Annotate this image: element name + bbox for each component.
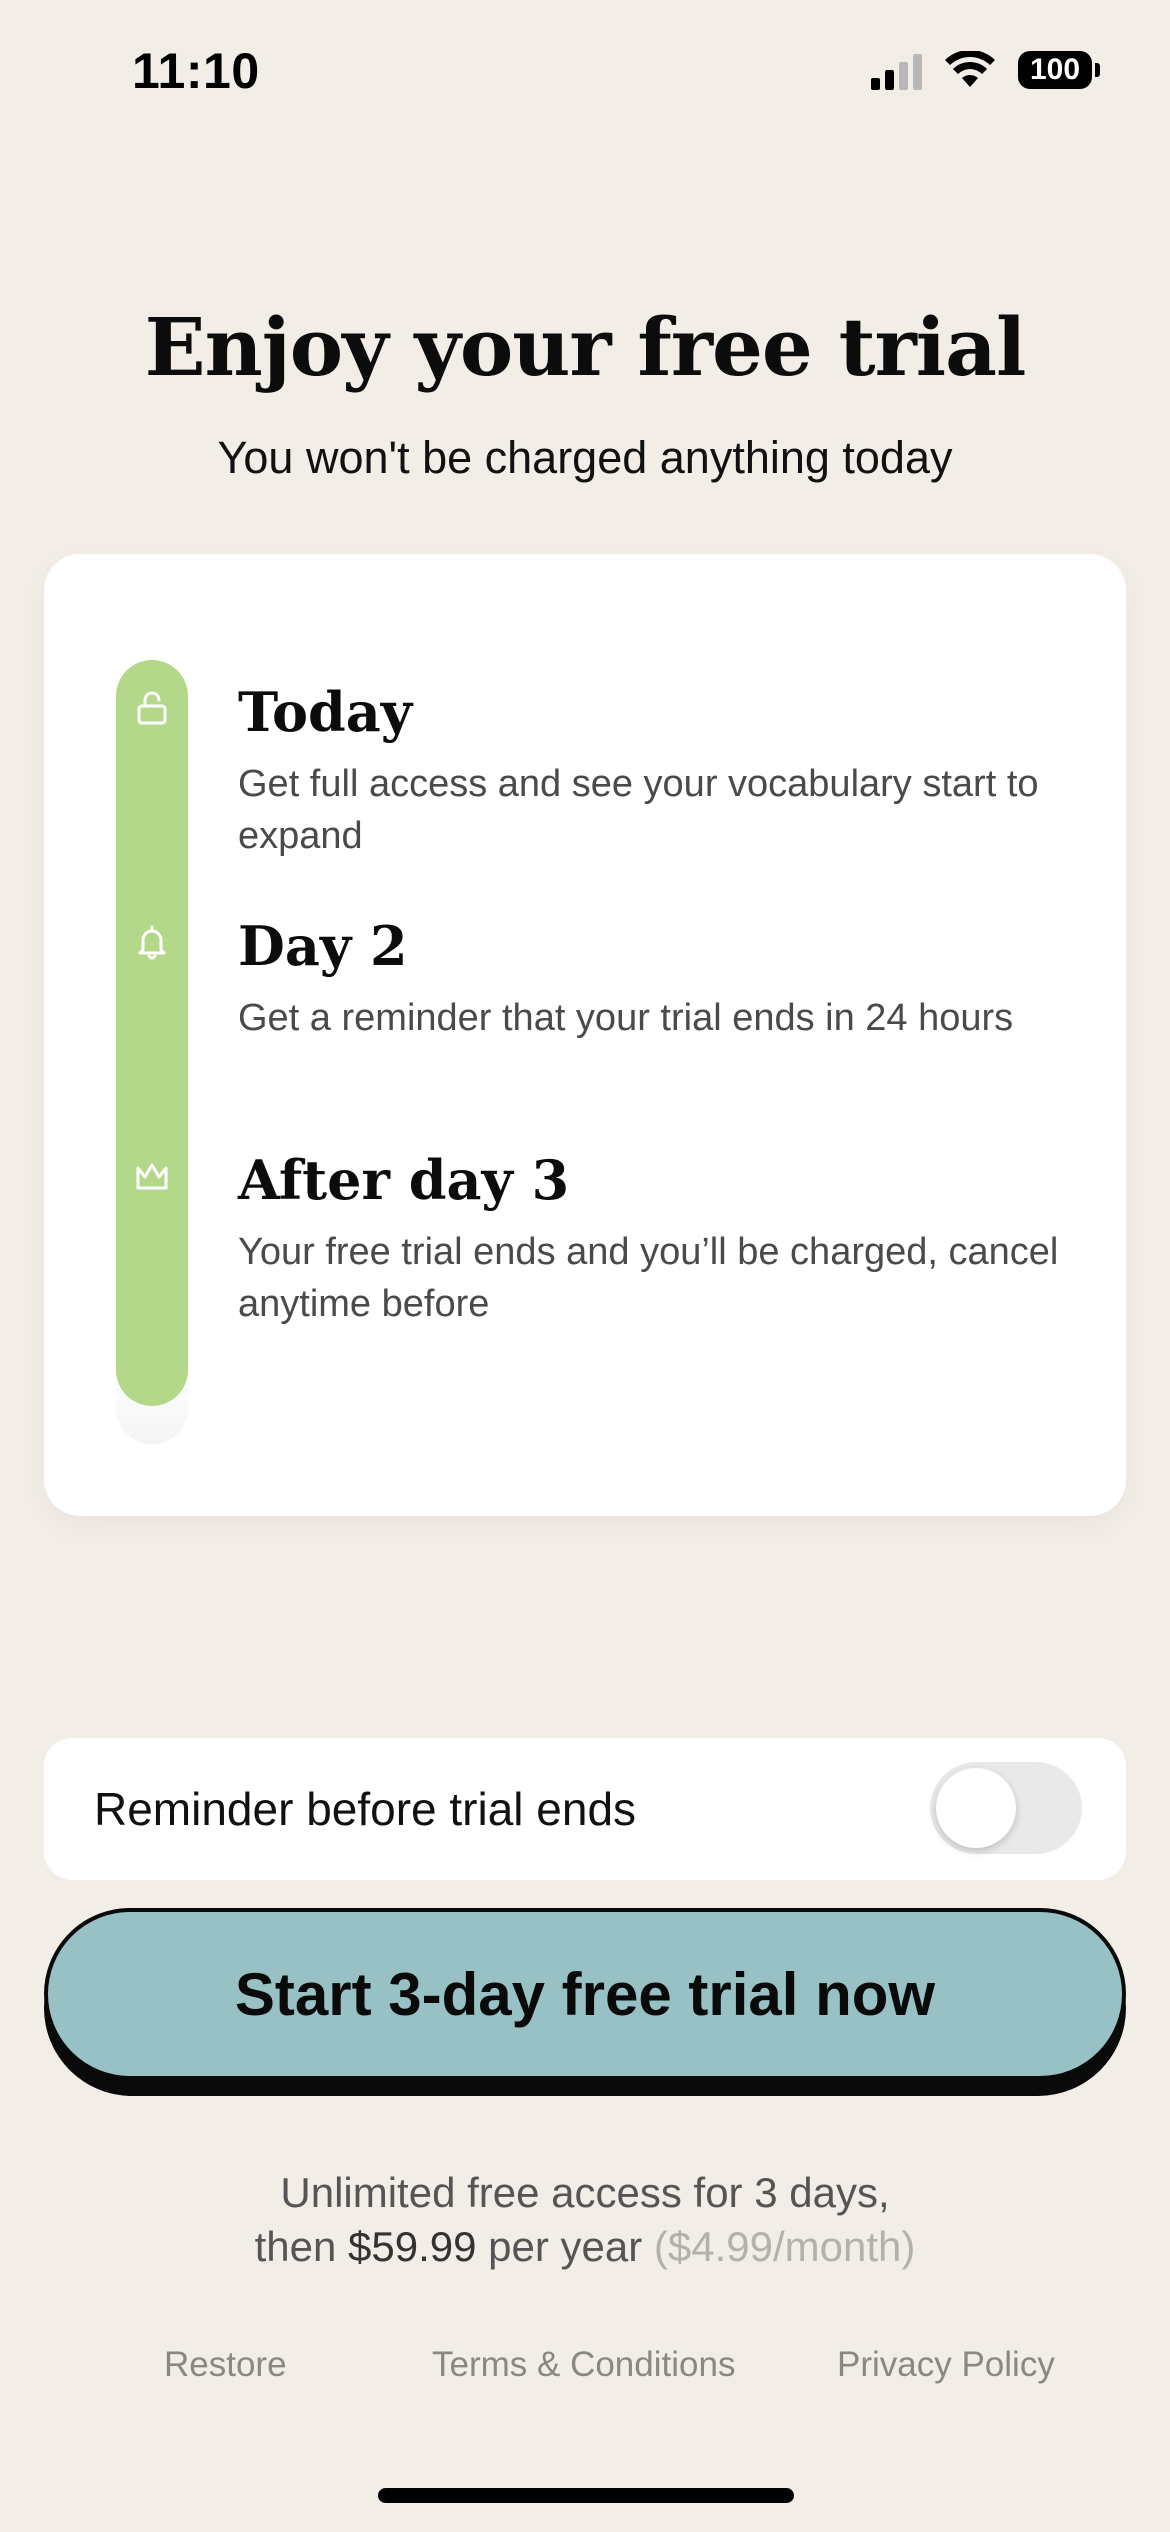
step-title: Day 2 <box>238 914 408 978</box>
restore-link[interactable]: Restore <box>164 2345 287 2385</box>
page-subtitle: You won't be charged anything today <box>217 432 953 483</box>
crown-icon <box>136 1163 168 1190</box>
status-icons: 100 <box>871 50 1100 90</box>
timeline-step-today: Today Get full access and see your vocab… <box>238 680 1068 862</box>
page-title: Enjoy your free trial <box>144 300 1027 394</box>
start-trial-button[interactable]: Start 3-day free trial now <box>44 1908 1126 2080</box>
step-description: Get a reminder that your trial ends in 2… <box>238 997 1014 1039</box>
battery-icon: 100 <box>1018 51 1100 89</box>
pricing-line-2: then $59.99 per year ($4.99/month) <box>0 2220 1170 2274</box>
cellular-signal-icon <box>871 50 922 90</box>
pricing-period: per year <box>476 2223 654 2270</box>
step-title: After day 3 <box>238 1148 570 1212</box>
toggle-knob <box>936 1768 1016 1848</box>
pricing-text: Unlimited free access for 3 days, then $… <box>0 2166 1170 2274</box>
bell-icon <box>138 925 166 960</box>
step-description: Your free trial ends and you’ll be charg… <box>238 1231 1059 1325</box>
reminder-row: Reminder before trial ends <box>44 1738 1126 1880</box>
terms-link[interactable]: Terms & Conditions <box>432 2345 735 2385</box>
timeline-step-after-day-3: After day 3 Your free trial ends and you… <box>238 1148 1068 1330</box>
home-indicator[interactable] <box>378 2488 794 2503</box>
status-bar: 11:10 100 <box>0 0 1170 150</box>
unlock-icon <box>137 691 167 725</box>
timeline-step-day-2: Day 2 Get a reminder that your trial end… <box>238 914 1068 1044</box>
wifi-icon <box>945 51 995 87</box>
reminder-label: Reminder before trial ends <box>94 1783 637 1835</box>
yearly-price: $59.99 <box>348 2223 477 2270</box>
step-title: Today <box>238 680 413 744</box>
pricing-line-1: Unlimited free access for 3 days, <box>280 2169 890 2216</box>
pricing-prefix: then <box>254 2223 349 2270</box>
privacy-link[interactable]: Privacy Policy <box>837 2345 1055 2385</box>
status-time: 11:10 <box>132 43 260 99</box>
step-description: Get full access and see your vocabulary … <box>238 763 1039 857</box>
trial-timeline-card: Today Get full access and see your vocab… <box>44 554 1126 1516</box>
timeline-bar <box>116 660 188 1406</box>
reminder-toggle[interactable] <box>930 1762 1082 1854</box>
monthly-price: ($4.99/month) <box>653 2223 916 2270</box>
